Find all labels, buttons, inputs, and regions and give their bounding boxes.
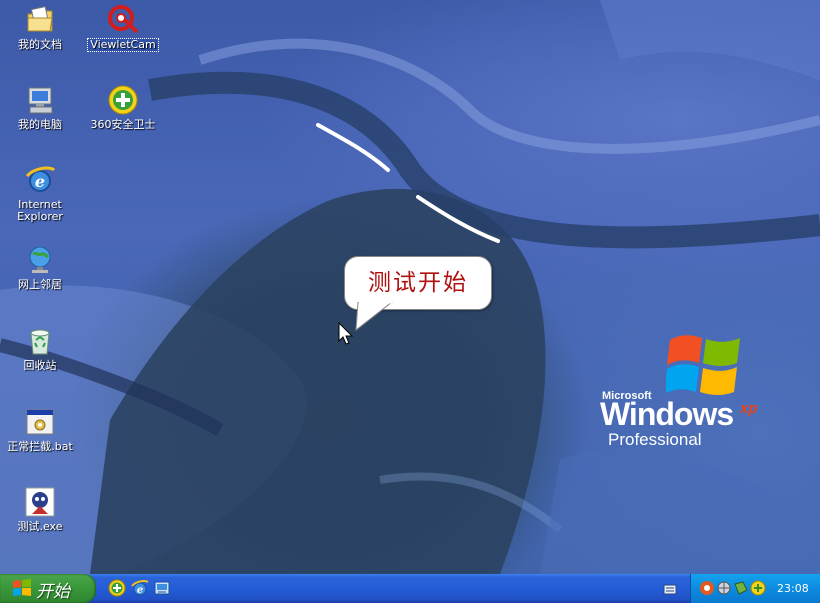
desktop-icon-viewletcam[interactable]: ViewletCam [80, 4, 166, 52]
svg-text:e: e [35, 172, 45, 191]
professional-wordmark: Professional [608, 430, 702, 449]
desktop-icon-my-computer[interactable]: 我的电脑 [0, 84, 83, 131]
desktop-icon-label: 回收站 [23, 359, 57, 372]
360-safeguard-icon [107, 84, 139, 116]
taskbar: 开始 e 23:08 [0, 574, 820, 603]
ie-quicklaunch-icon[interactable]: e [131, 579, 149, 597]
system-tray: 23:08 [690, 574, 820, 603]
desktop-icon-my-documents[interactable]: 我的文档 [0, 4, 83, 51]
desktop-icon-label: 我的电脑 [18, 118, 62, 131]
svg-text:e: e [137, 585, 143, 596]
desktop-icon-label: 360安全卫士 [90, 118, 156, 131]
desktop-icon-label: Internet Explorer [17, 198, 63, 223]
360-tray-icon[interactable] [750, 580, 766, 596]
sound-tray-icon[interactable] [699, 580, 715, 596]
desktop-icon-label: 网上邻居 [18, 278, 62, 291]
windows-wordmark: Windows [600, 396, 734, 432]
mouse-cursor-icon [338, 322, 354, 345]
desktop-icon-label: 测试.exe [17, 520, 63, 533]
recycle-bin-icon [24, 325, 56, 357]
show-desktop-icon[interactable] [153, 579, 171, 597]
start-button-label: 开始 [36, 582, 70, 602]
windows-xp-logo: Microsoft Windows xp Professional [600, 330, 790, 460]
start-button[interactable]: 开始 [0, 574, 96, 603]
windows-flag-icon [13, 579, 31, 596]
xp-wordmark: xp [740, 400, 758, 417]
callout-tail [355, 302, 393, 332]
desktop-icon-executable[interactable]: 测试.exe [0, 486, 83, 533]
desktop[interactable]: 我的文档 ViewletCam 我的电脑 360安全卫士 e Internet … [0, 0, 820, 574]
desktop-icon-recycle-bin[interactable]: 回收站 [0, 325, 83, 372]
clock[interactable]: 23:08 [777, 582, 809, 595]
internet-explorer-icon: e [24, 164, 56, 196]
keyboard-language-icon[interactable] [663, 582, 677, 596]
desktop-icon-batch-file[interactable]: 正常拦截.bat [0, 406, 83, 453]
security-tray-icon[interactable] [733, 580, 749, 596]
viewletcam-icon [107, 4, 139, 36]
desktop-icon-internet-explorer[interactable]: e Internet Explorer [0, 164, 83, 223]
my-computer-icon [24, 84, 56, 116]
desktop-icon-label: 正常拦截.bat [7, 440, 73, 453]
windows-flag-icon [666, 335, 740, 395]
360-quicklaunch-icon[interactable] [108, 579, 126, 597]
network-tray-icon[interactable] [716, 580, 732, 596]
desktop-icon-label: ViewletCam [87, 38, 159, 52]
network-places-icon [24, 244, 56, 276]
desktop-icon-network-places[interactable]: 网上邻居 [0, 244, 83, 291]
executable-icon [24, 486, 56, 518]
my-documents-icon [24, 4, 56, 36]
desktop-icon-label: 我的文档 [18, 38, 62, 51]
batch-file-icon [24, 406, 56, 438]
desktop-icon-360-safeguard[interactable]: 360安全卫士 [80, 84, 166, 131]
